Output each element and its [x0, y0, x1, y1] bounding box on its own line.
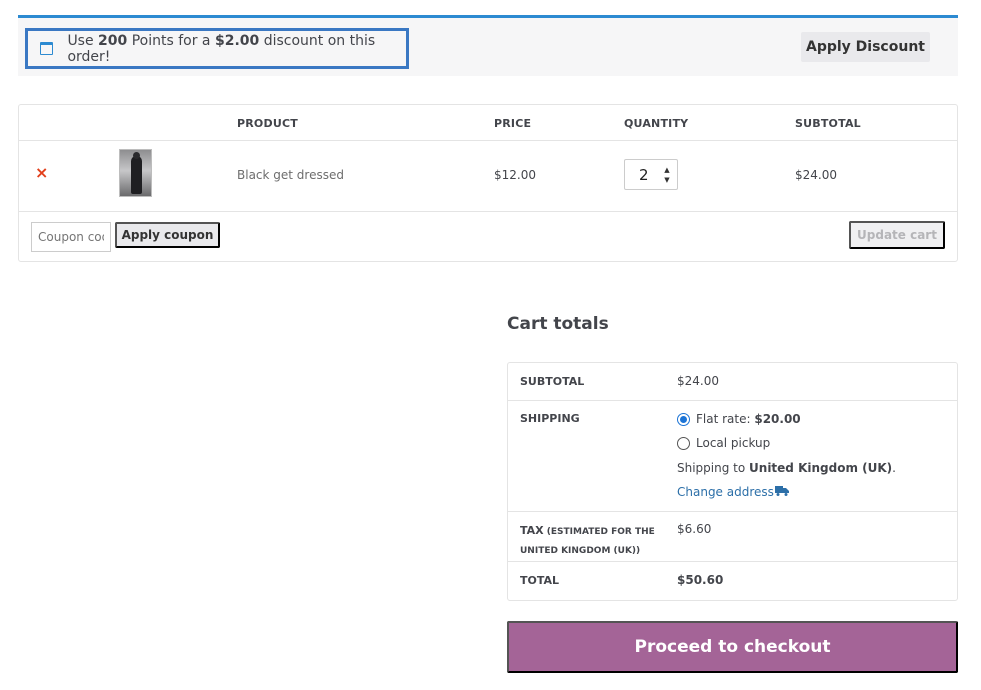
cart-totals-table: SUBTOTAL $24.00 SHIPPING Flat rate: $20.… [507, 362, 958, 601]
points-notice: Use 200 Points for a $2.00 discount on t… [18, 15, 958, 76]
total-label: TOTAL [520, 574, 560, 587]
flat-rate-price: $20.00 [754, 412, 801, 426]
coupon-code-input[interactable] [31, 222, 111, 252]
tax-value: $6.60 [677, 522, 712, 536]
discount-amount: $2.00 [214, 32, 260, 49]
shipping-country: United Kingdom (UK) [749, 461, 893, 475]
flat-rate-label[interactable]: Flat rate: $20.00 [696, 412, 801, 426]
points-message: Use 200 Points for a $2.00 discount on t… [25, 28, 409, 69]
apply-discount-button[interactable]: Apply Discount [801, 32, 930, 62]
cart-totals-title: Cart totals [507, 314, 609, 334]
header-product: PRODUCT [237, 117, 298, 130]
header-price: PRICE [494, 117, 532, 130]
tax-row: TAX (ESTIMATED FOR THE UNITED KINGDOM (UK… [508, 512, 957, 562]
product-name-link[interactable]: Black get dressed [237, 168, 344, 182]
spin-arrows-icon[interactable]: ▲ ▼ [662, 166, 672, 184]
header-subtotal: SUBTOTAL [795, 117, 861, 130]
local-pickup-radio[interactable] [677, 437, 690, 450]
points-amount: 200 [98, 32, 128, 49]
product-price: $12.00 [494, 168, 536, 182]
remove-x-icon[interactable]: × [35, 165, 48, 181]
subtotal-value: $24.00 [677, 374, 719, 388]
total-value: $50.60 [677, 573, 724, 587]
subtotal-row: SUBTOTAL $24.00 [508, 363, 957, 401]
product-subtotal: $24.00 [795, 168, 837, 182]
calendar-icon [40, 42, 54, 55]
subtotal-label: SUBTOTAL [520, 375, 585, 388]
shipping-destination: Shipping to United Kingdom (UK). [677, 461, 896, 475]
proceed-to-checkout-button[interactable]: Proceed to checkout [507, 621, 958, 673]
apply-coupon-button[interactable]: Apply coupon [115, 222, 220, 248]
change-address-link[interactable]: Change address [677, 485, 774, 499]
points-message-text: Use 200 Points for a $2.00 discount on t… [67, 32, 376, 65]
shipping-label: SHIPPING [520, 412, 580, 425]
table-row: × Black get dressed $12.00 2 ▲ ▼ $24.00 [19, 141, 957, 212]
tax-label: TAX (ESTIMATED FOR THE UNITED KINGDOM (UK… [520, 524, 655, 556]
tax-note: (ESTIMATED FOR THE [543, 527, 655, 537]
quantity-stepper[interactable]: 2 ▲ ▼ [624, 159, 678, 190]
product-thumbnail[interactable] [119, 149, 152, 197]
total-row: TOTAL $50.60 [508, 562, 957, 601]
header-quantity: QUANTITY [624, 117, 689, 130]
flat-rate-radio[interactable] [677, 413, 690, 426]
truck-icon[interactable] [775, 486, 789, 496]
tax-note-country: UNITED KINGDOM (UK)) [520, 546, 641, 556]
quantity-value[interactable]: 2 [639, 166, 649, 184]
cart-table-header: PRODUCT PRICE QUANTITY SUBTOTAL [19, 105, 957, 141]
update-cart-button[interactable]: Update cart [849, 221, 945, 249]
local-pickup-label[interactable]: Local pickup [696, 436, 770, 450]
shipping-row: SHIPPING Flat rate: $20.00 Local pickup … [508, 401, 957, 512]
cart-table: PRODUCT PRICE QUANTITY SUBTOTAL × Black … [18, 104, 958, 262]
